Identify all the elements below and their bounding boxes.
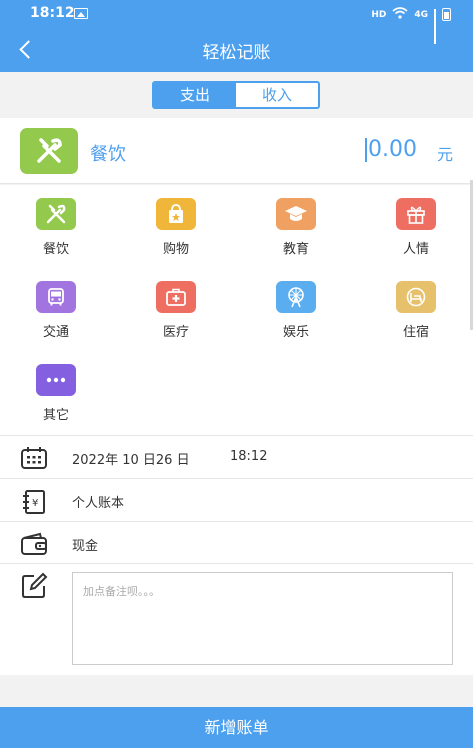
category-label: 娱乐: [282, 325, 309, 340]
status-bar: 18:12 HD 4G: [0, 0, 473, 44]
date-value[interactable]: 2022年 10 日26 日: [72, 449, 190, 468]
tab-income[interactable]: 收入: [236, 83, 318, 107]
category-item[interactable]: 其它: [16, 364, 96, 434]
bill-details: 2022年 10 日26 日 18:12 ¥ 个人账本 现金: [0, 435, 473, 564]
calendar-icon: [20, 446, 48, 470]
category-label: 交通: [42, 325, 69, 340]
edit-icon: [20, 572, 48, 600]
category-label: 餐饮: [42, 242, 69, 257]
graduation-cap-icon: [276, 198, 316, 230]
wallet-icon: [20, 532, 48, 556]
category-item[interactable]: 交通: [16, 281, 96, 351]
image-notification-icon: [74, 8, 88, 19]
category-item[interactable]: 餐饮: [16, 198, 96, 268]
category-label: 医疗: [162, 325, 189, 340]
category-item[interactable]: 住宿: [376, 281, 456, 351]
selected-category-row: 餐饮 0.00 元: [0, 118, 473, 184]
category-grid: 餐饮 购物 教育 人情 交通 医疗 娱乐 住宿 其它: [0, 185, 473, 435]
tab-expense[interactable]: 支出: [154, 83, 236, 107]
signal-icon: [434, 9, 436, 44]
category-label: 人情: [402, 242, 429, 257]
battery-icon: [442, 8, 451, 21]
category-label: 住宿: [402, 325, 429, 340]
more-icon: [36, 364, 76, 396]
utensils-icon: [36, 198, 76, 230]
network-type: 4G: [414, 9, 428, 20]
page-title: 轻松记账: [202, 43, 271, 63]
note-input[interactable]: [72, 572, 453, 665]
payment-row[interactable]: 现金: [0, 521, 473, 564]
category-label: 其它: [42, 408, 69, 423]
hd-badge: HD: [371, 9, 387, 20]
category-item[interactable]: 教育: [256, 198, 336, 268]
date-row[interactable]: 2022年 10 日26 日 18:12: [0, 435, 473, 478]
svg-text:¥: ¥: [32, 498, 38, 509]
bed-icon: [396, 281, 436, 313]
currency-unit: 元: [436, 145, 453, 164]
account-book-row[interactable]: ¥ 个人账本: [0, 478, 473, 521]
app-header: 18:12 HD 4G 轻松记账: [0, 0, 473, 72]
note-section: [0, 563, 473, 675]
medical-kit-icon: [156, 281, 196, 313]
bus-icon: [36, 281, 76, 313]
payment-value[interactable]: 现金: [72, 535, 98, 554]
gift-icon: [396, 198, 436, 230]
category-label: 购物: [162, 242, 189, 257]
selected-category-name: 餐饮: [90, 144, 126, 165]
status-time: 18:12: [30, 5, 75, 21]
category-item[interactable]: 娱乐: [256, 281, 336, 351]
amount-input[interactable]: 0.00: [365, 138, 417, 162]
wifi-icon: [392, 7, 408, 22]
utensils-icon: [20, 128, 78, 174]
category-item[interactable]: 人情: [376, 198, 456, 268]
shopping-bag-icon: [156, 198, 196, 230]
category-label: 教育: [282, 242, 309, 257]
category-item[interactable]: 医疗: [136, 281, 216, 351]
type-toggle: 支出 收入: [152, 81, 320, 109]
account-book-value[interactable]: 个人账本: [72, 492, 124, 511]
category-item[interactable]: 购物: [136, 198, 216, 268]
ferris-wheel-icon: [276, 281, 316, 313]
account-book-icon: ¥: [20, 489, 48, 514]
time-value[interactable]: 18:12: [230, 449, 267, 464]
add-bill-button[interactable]: 新增账单: [0, 707, 473, 748]
